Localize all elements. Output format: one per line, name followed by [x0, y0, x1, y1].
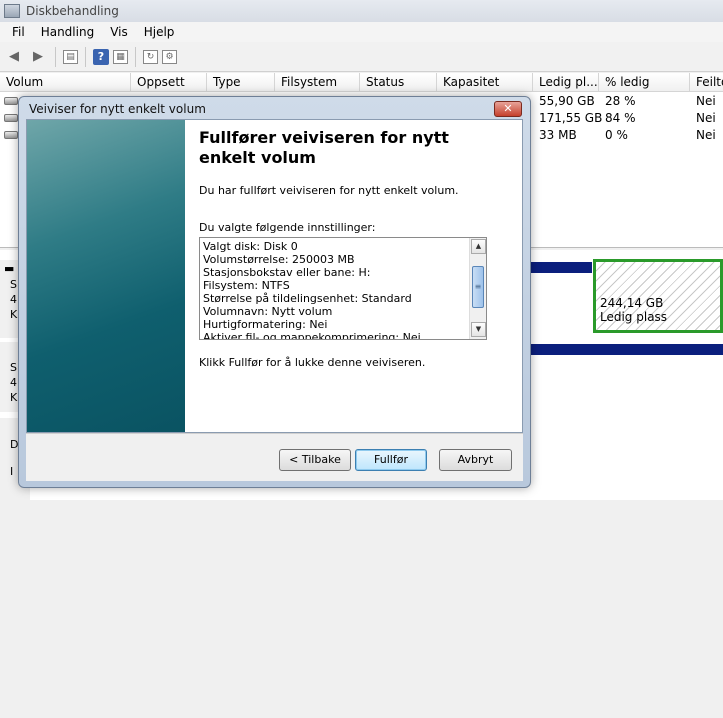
cell-fault-tolerance: Nei — [696, 128, 716, 142]
cell-fault-tolerance: Nei — [696, 94, 716, 108]
window-titlebar: Diskbehandling — [0, 0, 723, 22]
toolbar-separator — [55, 46, 56, 67]
scroll-thumb[interactable]: ≡ — [472, 266, 484, 308]
drive-icon — [4, 131, 18, 139]
settings-line: Valgt disk: Disk 0 — [203, 240, 298, 253]
disk-management-app-icon — [4, 4, 20, 18]
column-header-status[interactable]: Status — [360, 73, 437, 92]
properties-icon[interactable]: ▦ — [113, 49, 128, 64]
column-header-layout[interactable]: Oppsett — [131, 73, 207, 92]
close-icon[interactable]: ✕ — [494, 101, 522, 117]
cell-fault-tolerance: Nei — [696, 111, 716, 125]
empty-pane — [0, 500, 723, 718]
toolbar-separator — [85, 46, 86, 67]
column-header-filesystem[interactable]: Filsystem — [275, 73, 360, 92]
column-header-free-space[interactable]: Ledig pl... — [533, 73, 599, 92]
back-arrow-icon[interactable]: ◀ — [4, 47, 24, 67]
back-button[interactable]: < Tilbake — [279, 449, 351, 471]
settings-line: Størrelse på tildelingsenhet: Standard — [203, 292, 412, 305]
cell-percent-free: 84 % — [605, 111, 636, 125]
cell-free-space: 171,55 GB — [539, 111, 603, 125]
wizard-intro-text: Du har fullført veiviseren for nytt enke… — [199, 184, 459, 197]
settings-label: Du valgte følgende innstillinger: — [199, 221, 376, 234]
column-header-fault-tolerance[interactable]: Feilto — [690, 73, 723, 92]
unallocated-label: Ledig plass — [600, 310, 668, 324]
settings-line: Filsystem: NTFS — [203, 279, 290, 292]
column-header-percent-free[interactable]: % ledig — [599, 73, 690, 92]
toolbar: ◀ ▶ ▤ ? ▦ ↻ ⚙ — [0, 42, 723, 72]
partition-header-bar — [530, 262, 592, 273]
cancel-button[interactable]: Avbryt — [439, 449, 512, 471]
cell-free-space: 33 MB — [539, 128, 577, 142]
column-header-type[interactable]: Type — [207, 73, 275, 92]
column-header-volume[interactable]: Volum — [0, 73, 131, 92]
menu-action[interactable]: Handling — [33, 25, 103, 39]
scroll-up-icon[interactable]: ▲ — [471, 239, 486, 254]
volume-list-header: Volum Oppsett Type Filsystem Status Kapa… — [0, 73, 723, 92]
up-folder-icon[interactable]: ▤ — [63, 49, 78, 64]
settings-line: Volumstørrelse: 250003 MB — [203, 253, 355, 266]
unallocated-partition[interactable]: 244,14 GB Ledig plass — [593, 259, 723, 333]
unallocated-size: 244,14 GB — [600, 296, 664, 310]
settings-line: Volumnavn: Nytt volum — [203, 305, 333, 318]
new-simple-volume-wizard-dialog: Veiviser for nytt enkelt volum ✕ Fullfør… — [18, 96, 531, 488]
wizard-heading: Fullfører veiviseren for nytt enkelt vol… — [199, 128, 449, 167]
wizard-button-bar: < Tilbake Fullfør Avbryt — [26, 433, 523, 481]
settings-summary-box[interactable]: Valgt disk: Disk 0 Volumstørrelse: 25000… — [199, 237, 487, 340]
drive-icon — [4, 114, 18, 122]
wizard-sidebar-graphic — [27, 120, 185, 432]
wizard-content: Fullfører veiviseren for nytt enkelt vol… — [26, 119, 523, 433]
forward-arrow-icon[interactable]: ▶ — [28, 47, 48, 67]
menu-view[interactable]: Vis — [102, 25, 136, 39]
settings-line: Aktiver fil- og mappekomprimering: Nei — [203, 331, 421, 340]
settings-line: Stasjonsbokstav eller bane: H: — [203, 266, 371, 279]
toolbar-separator — [135, 46, 136, 67]
window-title: Diskbehandling — [26, 4, 119, 18]
partition-header-bar — [530, 344, 723, 355]
cell-percent-free: 0 % — [605, 128, 628, 142]
settings-line: Hurtigformatering: Nei — [203, 318, 328, 331]
refresh-icon[interactable]: ↻ — [143, 49, 158, 64]
menu-help[interactable]: Hjelp — [136, 25, 183, 39]
menu-file[interactable]: Fil — [4, 25, 33, 39]
column-header-capacity[interactable]: Kapasitet — [437, 73, 533, 92]
finish-button[interactable]: Fullfør — [355, 449, 427, 471]
settings-icon[interactable]: ⚙ — [162, 49, 177, 64]
help-icon[interactable]: ? — [93, 48, 109, 65]
dialog-title: Veiviser for nytt enkelt volum — [29, 102, 206, 116]
wizard-closing-text: Klikk Fullfør for å lukke denne veiviser… — [199, 356, 426, 369]
cell-free-space: 55,90 GB — [539, 94, 595, 108]
drive-icon — [4, 97, 18, 105]
scroll-down-icon[interactable]: ▼ — [471, 322, 486, 337]
settings-scrollbar[interactable]: ▲ ≡ ▼ — [469, 238, 486, 339]
settings-lines: Valgt disk: Disk 0 Volumstørrelse: 25000… — [200, 240, 468, 340]
cell-percent-free: 28 % — [605, 94, 636, 108]
menu-bar: Fil Handling Vis Hjelp — [0, 22, 723, 42]
